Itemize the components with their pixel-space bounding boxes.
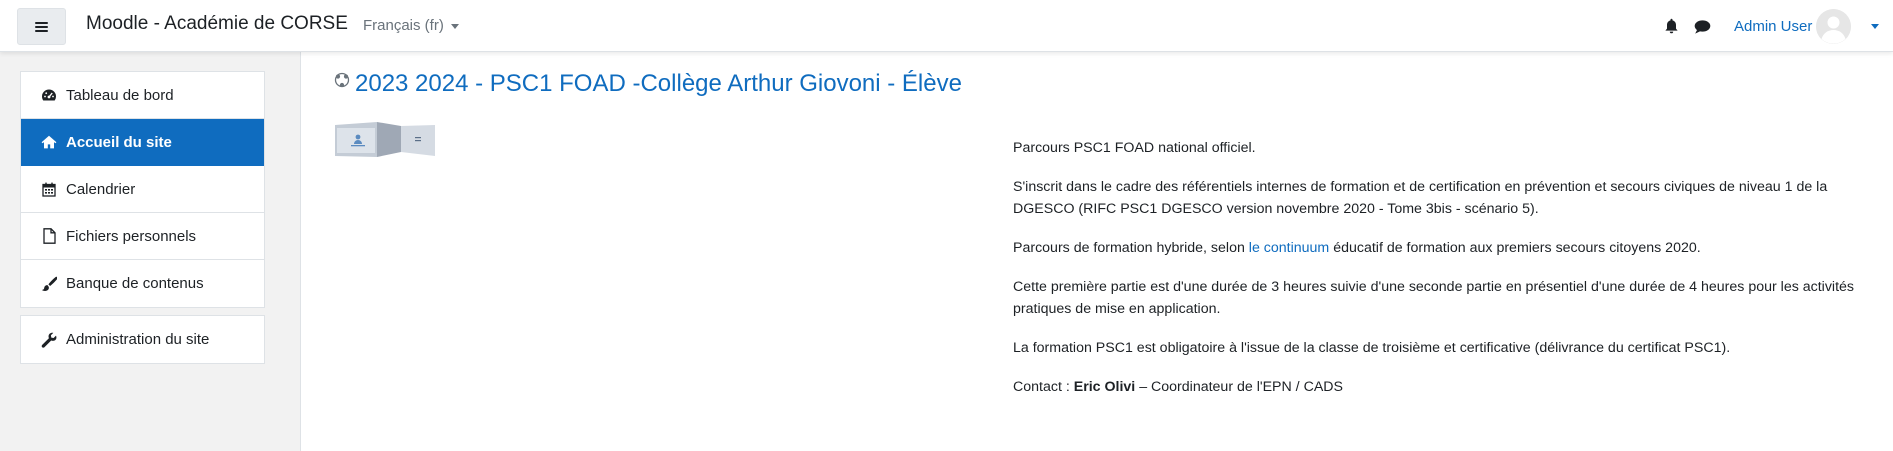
summary-paragraph: S'inscrit dans le cadre des référentiels…: [1013, 179, 1828, 217]
summary-text: éducatif de formation aux premiers secou…: [1329, 240, 1701, 256]
summary-text: Parcours de formation hybride, selon: [1013, 240, 1249, 256]
summary-paragraph: Cette première partie est d'une durée de…: [1013, 279, 1854, 317]
site-name-link[interactable]: Moodle - Académie de CORSE: [86, 13, 348, 35]
course-image[interactable]: [335, 122, 435, 158]
summary-paragraph: La formation PSC1 est obligatoire à l'is…: [1013, 340, 1731, 356]
bell-icon[interactable]: [1664, 18, 1679, 35]
language-menu[interactable]: Français (fr): [363, 17, 459, 34]
main-content: 2023 2024 - PSC1 FOAD -Collège Arthur Gi…: [300, 52, 1893, 451]
chevron-down-icon: [450, 23, 459, 29]
wrench-icon: [41, 332, 57, 348]
tachometer-icon: [41, 87, 57, 103]
sidebar-item-label: Calendrier: [66, 180, 136, 198]
file-icon: [41, 228, 57, 244]
default-user-icon: [1816, 8, 1852, 44]
sidebar-item-label: Fichiers personnels: [66, 227, 197, 245]
contact-label: Contact :: [1013, 379, 1074, 395]
sidebar-item-site-administration[interactable]: Administration du site: [21, 316, 264, 363]
summary-paragraph: Parcours PSC1 FOAD national officiel.: [1013, 140, 1256, 156]
home-icon: [41, 134, 57, 150]
hamburger-icon: [35, 21, 48, 32]
admin-nav-list: Administration du site: [20, 315, 265, 364]
course-summary: Parcours PSC1 FOAD national officiel. S'…: [1013, 137, 1873, 415]
chat-icon[interactable]: [1694, 19, 1711, 35]
user-name: Admin User: [1734, 17, 1813, 35]
summary-paragraph: Parcours de formation hybride, selon le …: [1013, 237, 1873, 259]
sidebar-item-content-bank[interactable]: Banque de contenus: [21, 260, 264, 307]
avatar: [1816, 8, 1852, 44]
course-title-link[interactable]: 2023 2024 - PSC1 FOAD -Collège Arthur Gi…: [355, 70, 962, 98]
user-menu[interactable]: Admin User: [1734, 8, 1880, 44]
sidebar-item-private-files[interactable]: Fichiers personnels: [21, 213, 264, 260]
contact-paragraph: Contact : Eric Olivi – Coordinateur de l…: [1013, 376, 1873, 398]
contact-role: – Coordinateur de l'EPN / CADS: [1135, 379, 1343, 395]
calendar-icon: [41, 181, 57, 197]
language-label: Français (fr): [363, 17, 444, 34]
sidebar-item-label: Accueil du site: [66, 133, 172, 151]
course-icon: [334, 72, 350, 88]
sidebar-item-label: Administration du site: [66, 331, 210, 348]
drawer-toggle-button[interactable]: [17, 8, 66, 45]
sidebar-item-label: Tableau de bord: [66, 86, 174, 104]
nav-drawer: Tableau de bord Accueil du site Calendri…: [0, 52, 284, 451]
sidebar-item-site-home[interactable]: Accueil du site: [21, 119, 264, 166]
continuum-link[interactable]: le continuum: [1249, 240, 1329, 256]
top-navbar: Moodle - Académie de CORSE Français (fr)…: [0, 0, 1893, 52]
chevron-down-icon: [1871, 24, 1880, 29]
sidebar-item-dashboard[interactable]: Tableau de bord: [21, 72, 264, 119]
sidebar-item-label: Banque de contenus: [66, 275, 204, 292]
paint-brush-icon: [41, 276, 57, 292]
contact-name: Eric Olivi: [1073, 379, 1136, 395]
sidebar-item-calendar[interactable]: Calendrier: [21, 166, 264, 213]
main-nav-list: Tableau de bord Accueil du site Calendri…: [20, 71, 265, 308]
